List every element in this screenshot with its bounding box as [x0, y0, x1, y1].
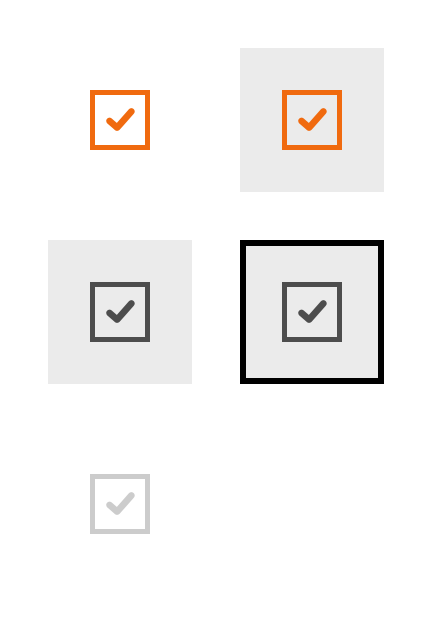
checkmark-icon — [298, 108, 327, 131]
checkbox-checked-disabled — [48, 432, 192, 576]
checkbox-box[interactable] — [90, 282, 150, 342]
checkbox-box[interactable] — [282, 282, 342, 342]
checkbox-checked-pressed[interactable] — [48, 240, 192, 384]
checkmark-icon — [298, 300, 327, 323]
checkbox-checked-focused[interactable] — [240, 240, 384, 384]
checkbox-box — [90, 474, 150, 534]
checkbox-checked-hover[interactable] — [240, 48, 384, 192]
checkmark-icon — [106, 108, 135, 131]
checkbox-box[interactable] — [90, 90, 150, 150]
checkbox-box[interactable] — [282, 90, 342, 150]
checkbox-states-canvas — [0, 0, 432, 624]
checkbox-checked-default[interactable] — [48, 48, 192, 192]
checkmark-icon — [106, 492, 135, 515]
checkmark-icon — [106, 300, 135, 323]
